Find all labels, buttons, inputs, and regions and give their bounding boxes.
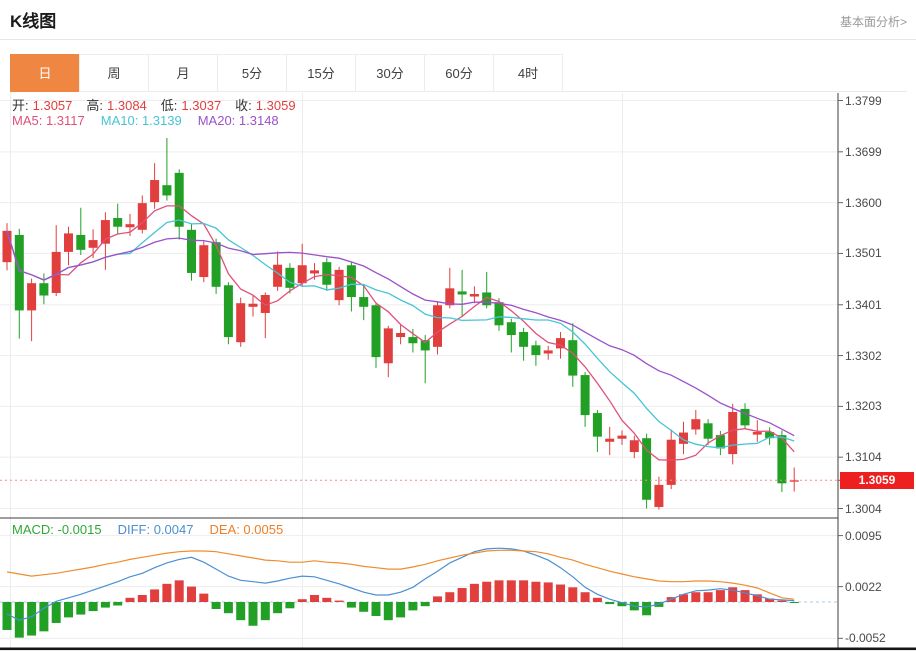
- y-axis-label: 0.0095: [845, 529, 882, 543]
- ohlc-value: 1.3057: [33, 98, 73, 113]
- ma-value: MA10: 1.3139: [101, 113, 182, 128]
- grid-layer: [0, 93, 838, 648]
- macd-value: DEA: 0.0055: [209, 522, 283, 537]
- macd-layer: [0, 548, 838, 637]
- ohlc-value: 1.3037: [181, 98, 221, 113]
- y-axis-label: 1.3501: [845, 246, 882, 260]
- y-axis-label: 1.3401: [845, 298, 882, 312]
- ma-readout: MA5: 1.3117 MA10: 1.3139 MA20: 1.3148: [12, 113, 295, 128]
- axis-layer: [0, 93, 916, 650]
- macd-value: DIFF: 0.0047: [118, 522, 194, 537]
- y-axis-label: 1.3600: [845, 196, 882, 210]
- macd-readout: MACD: -0.0015 DIFF: 0.0047 DEA: 0.0055: [12, 522, 299, 537]
- y-axis-label: 1.3302: [845, 349, 882, 363]
- y-axis-label: 1.3004: [845, 502, 882, 516]
- y-axis-label: 1.3203: [845, 399, 882, 413]
- kline-widget: K线图 基本面分析> 日周月5分15分30分60分4时 开:1.3057高:1.…: [0, 0, 916, 651]
- macd-value: MACD: -0.0015: [12, 522, 102, 537]
- y-axis-label: 1.3799: [845, 94, 882, 108]
- ohlc-label: 收:: [235, 98, 252, 113]
- ohlc-label: 高:: [86, 98, 103, 113]
- ma-value: MA20: 1.3148: [198, 113, 279, 128]
- ohlc-label: 低:: [161, 98, 178, 113]
- y-axis-label: -0.0052: [845, 631, 886, 645]
- ohlc-value: 1.3059: [256, 98, 296, 113]
- y-axis-label: 0.0022: [845, 580, 882, 594]
- y-axis-label: 1.3104: [845, 450, 882, 464]
- y-axis-label: 1.3699: [845, 145, 882, 159]
- ohlc-value: 1.3084: [107, 98, 147, 113]
- ma-value: MA5: 1.3117: [12, 113, 85, 128]
- ohlc-label: 开:: [12, 98, 29, 113]
- current-price-label: 1.3059: [840, 472, 914, 489]
- ohlc-readout: 开: 1.3057 高: 1.3084 低:1.3037 收: 1.3059: [12, 95, 310, 114]
